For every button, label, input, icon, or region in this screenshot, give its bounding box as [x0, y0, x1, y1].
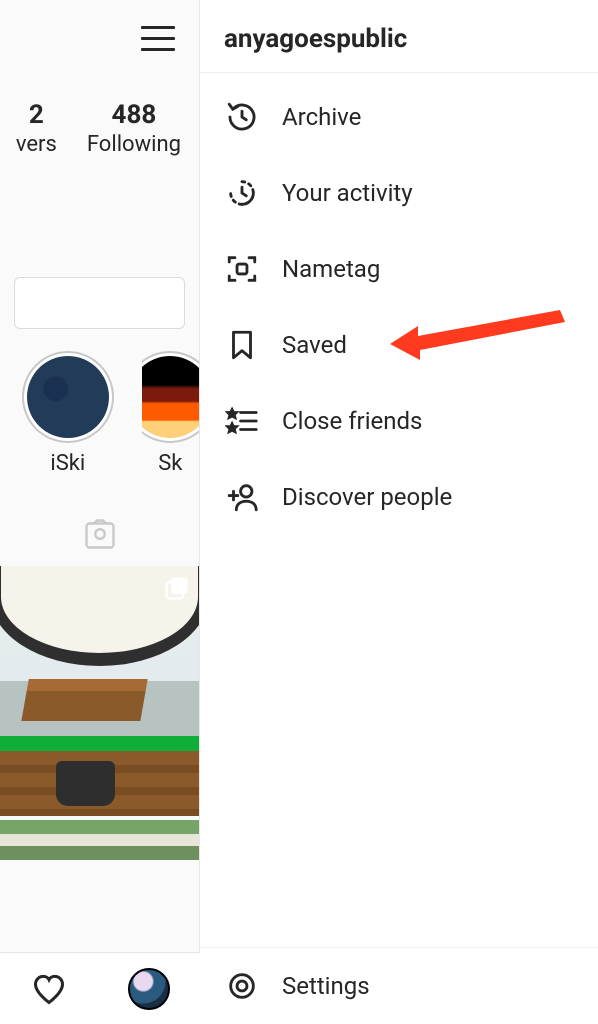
drawer-username: anyagoespublic	[200, 0, 598, 73]
profile-avatar-icon[interactable]	[128, 968, 170, 1010]
highlight-label: iSki	[50, 451, 85, 476]
menu-item-settings[interactable]: Settings	[200, 948, 598, 1024]
nametag-icon	[224, 251, 260, 287]
stat-followers[interactable]: 2 vers	[16, 100, 57, 157]
post-thumbnail[interactable]	[0, 566, 199, 816]
tagged-tab-icon[interactable]	[82, 516, 118, 552]
highlight-sk[interactable]: Sk	[142, 351, 199, 476]
profile-tabs	[0, 486, 199, 566]
menu-item-close-friends[interactable]: Close friends	[200, 383, 598, 459]
settings-icon	[224, 968, 260, 1004]
menu-label: Nametag	[282, 255, 380, 283]
highlight-circle	[142, 351, 199, 443]
bookmark-icon	[224, 327, 260, 363]
drawer-menu: Archive Your activity	[200, 73, 598, 947]
menu-item-discover-people[interactable]: Discover people	[200, 459, 598, 535]
posts-grid	[0, 566, 199, 860]
stat-following[interactable]: 488 Following	[87, 100, 181, 157]
menu-label: Saved	[282, 331, 347, 359]
highlight-iski[interactable]: iSki	[20, 351, 116, 476]
stat-followers-value: 2	[16, 100, 57, 130]
drawer-footer: Settings	[200, 947, 598, 1024]
menu-item-saved[interactable]: Saved	[200, 307, 598, 383]
menu-item-archive[interactable]: Archive	[200, 79, 598, 155]
highlight-label: Sk	[158, 451, 182, 476]
edit-profile-button[interactable]	[14, 277, 185, 329]
archive-icon	[224, 99, 260, 135]
side-drawer: anyagoespublic Archive	[200, 0, 598, 1024]
stat-following-label: Following	[87, 132, 181, 157]
profile-left-panel: 2 vers 488 Following iSki Sk	[0, 0, 200, 1024]
bottom-nav	[0, 952, 200, 1024]
story-highlights: iSki Sk	[20, 351, 199, 486]
menu-label: Archive	[282, 103, 361, 131]
highlight-circle	[22, 351, 114, 443]
hamburger-menu-button[interactable]	[141, 18, 181, 58]
menu-label: Your activity	[282, 179, 413, 207]
heart-icon[interactable]	[31, 971, 67, 1007]
menu-item-nametag[interactable]: Nametag	[200, 231, 598, 307]
stat-following-value: 488	[87, 100, 181, 130]
menu-label: Close friends	[282, 407, 422, 435]
activity-icon	[224, 175, 260, 211]
multi-post-icon	[163, 574, 191, 602]
close-friends-icon	[224, 403, 260, 439]
menu-label: Settings	[282, 972, 370, 1000]
stat-followers-label: vers	[16, 132, 57, 157]
profile-stats: 2 vers 488 Following	[0, 100, 199, 157]
post-thumbnail[interactable]	[0, 820, 199, 860]
discover-people-icon	[224, 479, 260, 515]
menu-item-activity[interactable]: Your activity	[200, 155, 598, 231]
menu-label: Discover people	[282, 483, 452, 511]
